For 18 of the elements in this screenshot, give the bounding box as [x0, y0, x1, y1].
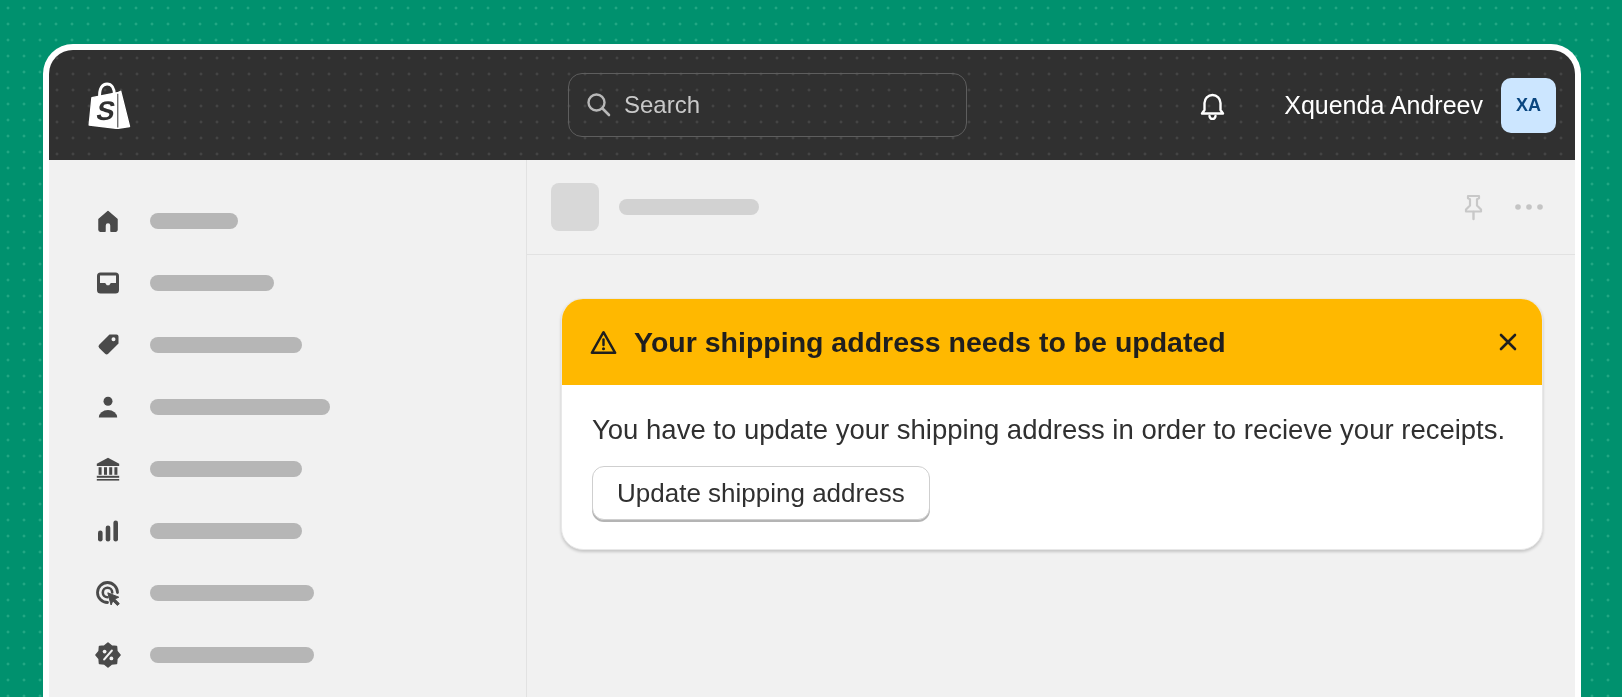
discount-badge-icon[interactable] — [95, 642, 121, 668]
close-icon[interactable] — [1499, 333, 1517, 351]
update-address-button[interactable]: Update shipping address — [592, 466, 930, 520]
logo-letter: S — [94, 96, 118, 125]
search-field[interactable]: Search — [568, 73, 967, 137]
bank-icon[interactable] — [95, 456, 121, 482]
user-name[interactable]: Xquenda Andreev — [1284, 90, 1483, 120]
user-avatar[interactable]: XA — [1501, 77, 1556, 133]
home-icon[interactable] — [95, 208, 121, 234]
banner-message: You have to update your shipping address in order to recieve your receipts. — [592, 414, 1507, 446]
search-icon — [586, 92, 611, 117]
bar-chart-icon[interactable] — [95, 518, 121, 544]
warning-icon — [590, 329, 617, 355]
target-cursor-icon[interactable] — [95, 580, 121, 606]
inbox-tray-icon[interactable] — [95, 270, 121, 296]
image-placeholder — [551, 183, 599, 231]
banner-title: Your shipping address needs to be updated — [634, 325, 1226, 359]
tag-icon[interactable] — [95, 332, 121, 358]
